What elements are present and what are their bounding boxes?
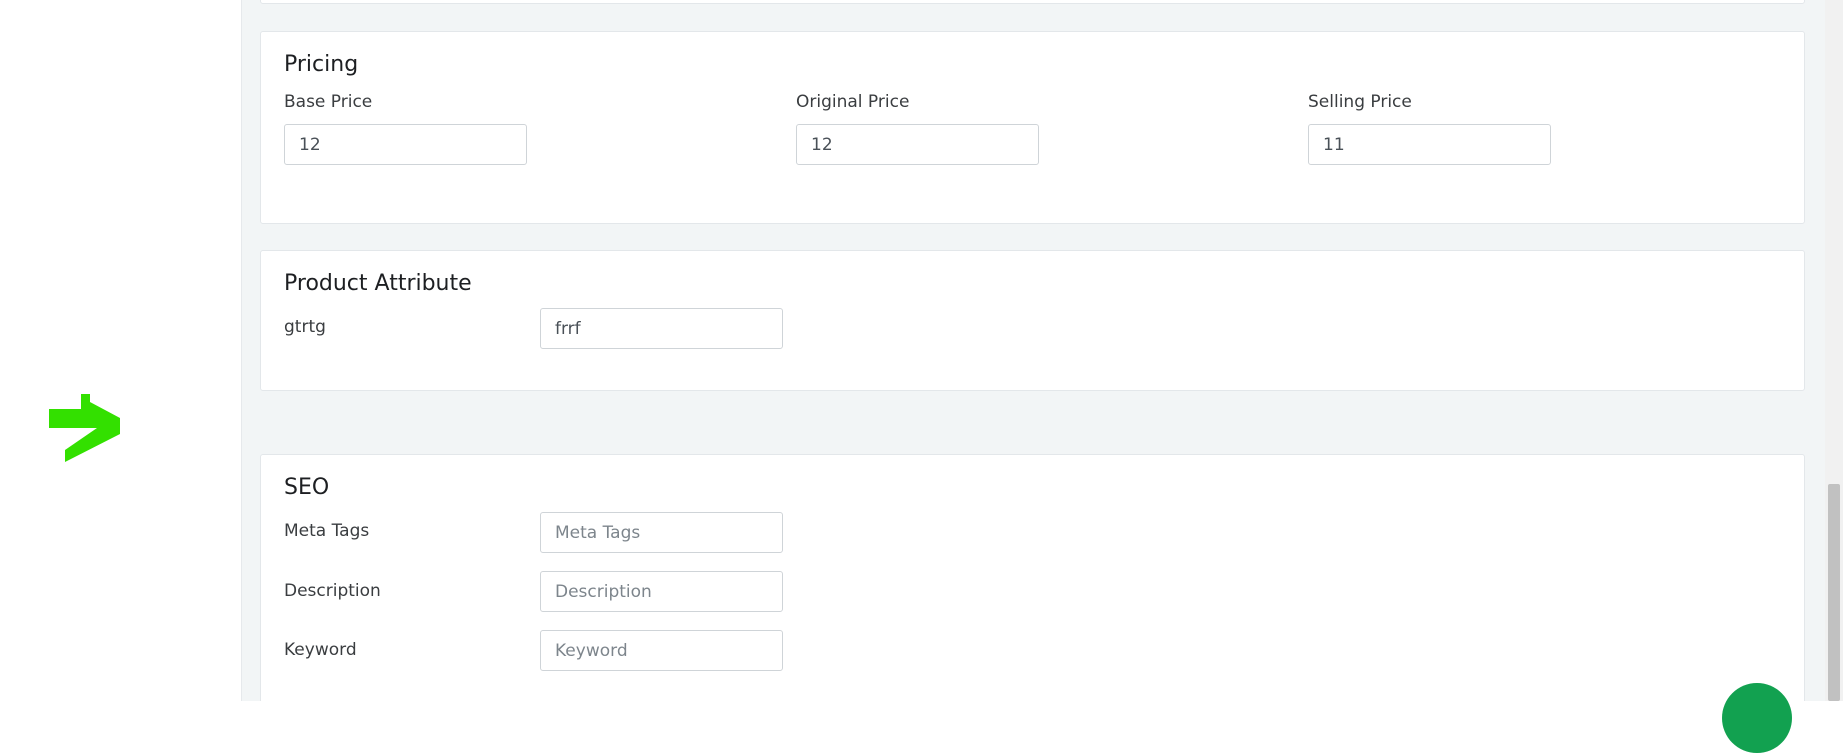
selling-price-input[interactable] bbox=[1308, 124, 1551, 165]
previous-section-card bbox=[260, 0, 1805, 4]
base-price-input[interactable] bbox=[284, 124, 527, 165]
selling-price-label: Selling Price bbox=[1308, 92, 1412, 112]
original-price-label: Original Price bbox=[796, 92, 910, 112]
base-price-label: Base Price bbox=[284, 92, 373, 112]
page-scrollbar[interactable] bbox=[1825, 0, 1843, 701]
seo-card: SEO Meta Tags Description Keyword bbox=[260, 454, 1805, 701]
main-content: Pricing Base Price Original Price Sellin… bbox=[242, 0, 1825, 701]
original-price-input[interactable] bbox=[796, 124, 1039, 165]
scrollbar-thumb[interactable] bbox=[1828, 484, 1840, 701]
pricing-card: Pricing Base Price Original Price Sellin… bbox=[260, 31, 1805, 224]
brand-logo-icon[interactable] bbox=[46, 390, 122, 462]
attribute-value-input[interactable] bbox=[540, 308, 783, 349]
meta-tags-label: Meta Tags bbox=[284, 521, 370, 541]
attribute-label: gtrtg bbox=[284, 317, 326, 337]
product-attribute-card: Product Attribute gtrtg bbox=[260, 250, 1805, 391]
meta-tags-input[interactable] bbox=[540, 512, 783, 553]
floating-action-button[interactable] bbox=[1722, 683, 1792, 753]
sidebar bbox=[0, 0, 242, 701]
product-attribute-title: Product Attribute bbox=[284, 271, 472, 296]
description-input[interactable] bbox=[540, 571, 783, 612]
keyword-input[interactable] bbox=[540, 630, 783, 671]
keyword-label: Keyword bbox=[284, 640, 357, 660]
seo-title: SEO bbox=[284, 475, 330, 500]
description-label: Description bbox=[284, 581, 381, 601]
pricing-title: Pricing bbox=[284, 52, 359, 77]
